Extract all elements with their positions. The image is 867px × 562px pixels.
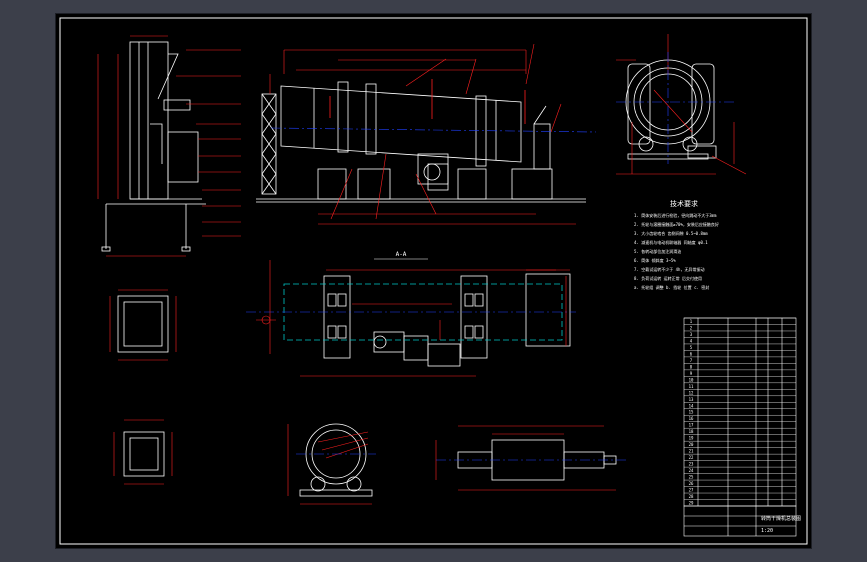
bom-row-number: 17 — [689, 423, 694, 428]
bom-row-number: 26 — [689, 481, 694, 486]
end-view-dims — [616, 34, 747, 175]
bom-row-number: 10 — [689, 377, 694, 382]
bom-row-number: 16 — [689, 416, 694, 421]
small-section-1 — [117, 295, 169, 353]
bom-row-number: 15 — [689, 410, 694, 415]
bom-row-number: 27 — [689, 488, 694, 493]
note-line: 7. 空载试运转不少于 4h，无异常振动 — [634, 266, 704, 272]
note-line: 3. 大小齿轮啮合 齿侧间隙 0.5~0.8mm — [634, 230, 708, 236]
bom-row-number: 14 — [689, 403, 694, 408]
small-section-2 — [123, 431, 165, 477]
bom-row-number: 19 — [689, 436, 694, 441]
note-line: 5. 各转动部位加注润滑油 — [634, 248, 681, 254]
drawing-canvas: 技术要求 1. 筒体安装后进行检验，径向跳动不大于3mm 2. 托轮与滚圈接触面… — [59, 17, 808, 545]
bom-row-number: 4 — [690, 338, 693, 343]
bom-row-number: 21 — [689, 449, 694, 454]
plan-view-dims — [256, 260, 570, 377]
title-block-name: 转筒干燥机总装图 — [761, 515, 801, 522]
note-line: a. 托轮组 调整 b. 挡轮 位置 c. 密封 — [634, 284, 709, 290]
bom-row-number: 25 — [689, 475, 694, 480]
plan-view — [323, 273, 571, 367]
bom-row-number: 12 — [689, 390, 694, 395]
feed-chute-view — [101, 41, 206, 252]
drum-centerline — [270, 127, 597, 133]
small-section-2-dims — [113, 419, 173, 485]
bom-row-number: 3 — [690, 332, 693, 337]
bom-row-number: 23 — [689, 462, 694, 467]
bom-row-number: 11 — [689, 384, 694, 389]
bom-row-number: 13 — [689, 397, 694, 402]
bom-row-number: 28 — [689, 494, 694, 499]
end-view — [625, 59, 717, 160]
note-line: 8. 负荷试运转 运转正常 后交付使用 — [634, 275, 702, 281]
bom-row-number: 29 — [689, 501, 694, 506]
bom-row-number: 1 — [690, 319, 693, 324]
bom-row-number: 18 — [689, 429, 694, 434]
bom-row-number: 22 — [689, 455, 694, 460]
note-line: 1. 筒体安装后进行检验，径向跳动不大于3mm — [634, 212, 717, 218]
bom-row-number: 7 — [690, 358, 693, 363]
bom-table — [683, 317, 797, 507]
note-line: 2. 托轮与滚圈接触面≥70%，安装后应接触良好 — [634, 221, 719, 227]
cad-viewport: 技术要求 1. 筒体安装后进行检验，径向跳动不大于3mm 2. 托轮与滚圈接触面… — [0, 0, 867, 562]
plan-view-title: A-A — [396, 251, 407, 258]
technical-notes: 技术要求 1. 筒体安装后进行检验，径向跳动不大于3mm 2. 托轮与滚圈接触面… — [634, 199, 719, 290]
section-ring-view — [299, 423, 373, 497]
bom-rows: 1234567891011121314151617181920212223242… — [684, 317, 796, 506]
bom-row-number: 2 — [690, 325, 693, 330]
bom-row-number: 5 — [690, 345, 693, 350]
bom-row-number: 8 — [690, 364, 693, 369]
drawing-sheet: 技术要求 1. 筒体安装后进行检验，径向跳动不大于3mm 2. 托轮与滚圈接触面… — [56, 14, 811, 548]
bom-row-number: 9 — [690, 371, 693, 376]
bom-row-number: 24 — [689, 468, 694, 473]
bom-row-number: 6 — [690, 351, 693, 356]
title-block-scale: 1:20 — [761, 528, 773, 534]
bom-row-number: 20 — [689, 442, 694, 447]
section-ring-dims — [287, 424, 372, 505]
feed-chute-dims — [97, 35, 241, 257]
notes-title: 技术要求 — [670, 199, 698, 208]
note-line: 6. 筒体 倾斜度 3~5% — [634, 257, 676, 263]
small-section-1-dims — [109, 289, 177, 361]
note-line: 4. 减速机与电动机联轴器 同轴度 φ0.1 — [634, 239, 708, 245]
drum-front-dims — [269, 43, 576, 225]
